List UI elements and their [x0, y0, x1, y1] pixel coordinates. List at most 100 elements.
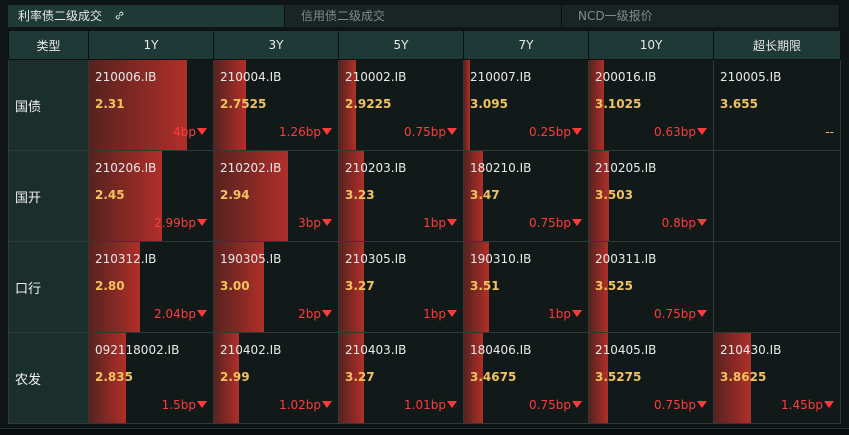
tab-label: 信用债二级成交 [301, 9, 386, 23]
bond-yield: 2.835 [95, 370, 133, 384]
down-arrow-icon [572, 401, 582, 408]
bond-cell[interactable]: 200311.IB 3.525 0.75bp [588, 241, 714, 333]
bond-code[interactable]: 180406.IB [470, 343, 531, 357]
yield-change: 2bp [298, 307, 332, 321]
bond-grid: 类型 1Y 3Y 5Y 7Y 10Y 超长期限 国债 210006.IB 2.31 4… [8, 30, 841, 424]
bond-cell[interactable]: 210205.IB 3.503 0.8bp [588, 150, 714, 242]
yield-change: 1.5bp [162, 398, 207, 412]
down-arrow-icon [197, 401, 207, 408]
tab-bar: 利率债二级成交 信用债二级成交 NCD一级报价 [8, 5, 840, 27]
bond-code[interactable]: 210405.IB [595, 343, 656, 357]
yield-change-value: 1bp [548, 307, 571, 321]
yield-change-value: 1bp [423, 307, 446, 321]
bond-cell[interactable]: 180406.IB 3.4675 0.75bp [463, 332, 589, 424]
bond-yield: 3.51 [470, 279, 500, 293]
bond-yield: 2.45 [95, 188, 125, 202]
bond-code[interactable]: 210402.IB [220, 343, 281, 357]
down-arrow-icon [824, 401, 834, 408]
column-header-1y[interactable]: 1Y [88, 30, 214, 60]
down-arrow-icon [447, 401, 457, 408]
bond-code[interactable]: 210312.IB [95, 252, 156, 266]
bond-code[interactable]: 210305.IB [345, 252, 406, 266]
bond-cell[interactable]: 200016.IB 3.1025 0.63bp [588, 59, 714, 151]
bond-code[interactable]: 180210.IB [470, 161, 531, 175]
bond-cell[interactable]: 210305.IB 3.27 1bp [338, 241, 464, 333]
bond-cell[interactable]: 210206.IB 2.45 2.99bp [88, 150, 214, 242]
down-arrow-icon [572, 128, 582, 135]
column-header-10y[interactable]: 10Y [588, 30, 714, 60]
bond-yield: 3.095 [470, 97, 508, 111]
bond-code[interactable]: 210006.IB [95, 70, 156, 84]
link-icon[interactable] [114, 5, 125, 27]
bond-yield: 3.1025 [595, 97, 642, 111]
yield-change: 0.75bp [404, 125, 457, 139]
bond-code[interactable]: 190310.IB [470, 252, 531, 266]
tab-ncd-primary-quote[interactable]: NCD一级报价 [562, 5, 840, 27]
bond-code[interactable]: 210205.IB [595, 161, 656, 175]
yield-change-value: -- [825, 125, 834, 139]
bond-cell[interactable]: 210203.IB 3.23 1bp [338, 150, 464, 242]
bond-code[interactable]: 210005.IB [720, 70, 781, 84]
yield-change-value: 4bp [173, 125, 196, 139]
bond-code[interactable]: 210002.IB [345, 70, 406, 84]
bond-code[interactable]: 092118002.IB [95, 343, 179, 357]
column-header-7y[interactable]: 7Y [463, 30, 589, 60]
bond-code[interactable]: 210203.IB [345, 161, 406, 175]
bond-cell[interactable]: 210202.IB 2.94 3bp [213, 150, 339, 242]
bond-yield: 2.80 [95, 279, 125, 293]
bond-code[interactable]: 200311.IB [595, 252, 656, 266]
bond-code[interactable]: 210206.IB [95, 161, 156, 175]
bond-cell[interactable]: 210403.IB 3.27 1.01bp [338, 332, 464, 424]
header-row: 类型 1Y 3Y 5Y 7Y 10Y 超长期限 [8, 30, 841, 60]
down-arrow-icon [322, 310, 332, 317]
yield-change: 4bp [173, 125, 207, 139]
column-header-type[interactable]: 类型 [8, 30, 89, 60]
bond-cell [713, 150, 841, 242]
bond-yield: 2.31 [95, 97, 125, 111]
bond-cell[interactable]: 210006.IB 2.31 4bp [88, 59, 214, 151]
yield-change: 2.04bp [154, 307, 207, 321]
yield-change: 0.63bp [654, 125, 707, 139]
yield-change: 0.75bp [654, 307, 707, 321]
bond-code[interactable]: 210004.IB [220, 70, 281, 84]
bond-cell[interactable]: 210002.IB 2.9225 0.75bp [338, 59, 464, 151]
yield-change-value: 0.75bp [404, 125, 446, 139]
yield-change: 1.01bp [404, 398, 457, 412]
bond-cell[interactable]: 210004.IB 2.7525 1.26bp [213, 59, 339, 151]
table-row: 口行 210312.IB 2.80 2.04bp 190305.IB 3.00 2bp 210… [8, 241, 841, 333]
yield-change-value: 1.26bp [279, 125, 321, 139]
bond-cell[interactable]: 180210.IB 3.47 0.75bp [463, 150, 589, 242]
tab-credit-bond-secondary[interactable]: 信用债二级成交 [285, 5, 562, 27]
row-type-label: 国债 [8, 59, 89, 151]
table-row: 农发 092118002.IB 2.835 1.5bp 210402.IB 2.99 1.0… [8, 332, 841, 424]
yield-change-value: 0.75bp [529, 216, 571, 230]
yield-change-value: 2bp [298, 307, 321, 321]
bond-yield: 3.8625 [720, 370, 767, 384]
bond-code[interactable]: 210430.IB [720, 343, 781, 357]
yield-change: -- [825, 125, 834, 139]
row-type-label: 农发 [8, 332, 89, 424]
bond-code[interactable]: 210403.IB [345, 343, 406, 357]
bond-cell[interactable]: 210405.IB 3.5275 0.75bp [588, 332, 714, 424]
tab-rate-bond-secondary[interactable]: 利率债二级成交 [8, 5, 285, 27]
bond-cell[interactable]: 092118002.IB 2.835 1.5bp [88, 332, 214, 424]
bond-cell[interactable]: 210005.IB 3.655 -- [713, 59, 841, 151]
bond-cell [713, 241, 841, 333]
yield-change: 1bp [548, 307, 582, 321]
column-header-5y[interactable]: 5Y [338, 30, 464, 60]
bond-code[interactable]: 200016.IB [595, 70, 656, 84]
bond-cell[interactable]: 190310.IB 3.51 1bp [463, 241, 589, 333]
column-header-3y[interactable]: 3Y [213, 30, 339, 60]
yield-change: 2.99bp [154, 216, 207, 230]
bond-cell[interactable]: 190305.IB 3.00 2bp [213, 241, 339, 333]
down-arrow-icon [697, 310, 707, 317]
bond-cell[interactable]: 210007.IB 3.095 0.25bp [463, 59, 589, 151]
bond-cell[interactable]: 210430.IB 3.8625 1.45bp [713, 332, 841, 424]
column-header-ultra-long[interactable]: 超长期限 [713, 30, 841, 60]
bond-cell[interactable]: 210402.IB 2.99 1.02bp [213, 332, 339, 424]
bond-code[interactable]: 210007.IB [470, 70, 531, 84]
yield-change: 1bp [423, 216, 457, 230]
bond-cell[interactable]: 210312.IB 2.80 2.04bp [88, 241, 214, 333]
bond-code[interactable]: 190305.IB [220, 252, 281, 266]
bond-code[interactable]: 210202.IB [220, 161, 281, 175]
